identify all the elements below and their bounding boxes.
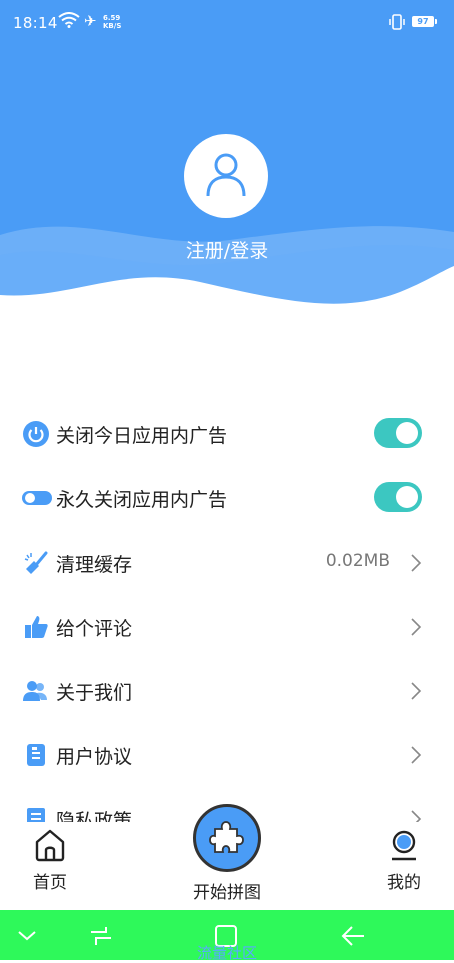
vibrate-icon xyxy=(389,14,405,30)
nav-me[interactable]: 我的 xyxy=(374,828,434,893)
thumbs-up-icon xyxy=(25,616,48,638)
users-icon xyxy=(23,681,47,701)
setting-label: 给个评论 xyxy=(56,618,133,640)
setting-label: 关于我们 xyxy=(56,682,133,704)
setting-rate[interactable]: 给个评论 xyxy=(0,595,454,659)
setting-user-agreement[interactable]: 用户协议 xyxy=(0,723,454,787)
setting-close-ads-forever: 永久关闭应用内广告 xyxy=(0,466,454,530)
power-icon xyxy=(23,421,49,447)
user-icon xyxy=(206,153,246,197)
profile-icon xyxy=(392,830,416,861)
chevron-right-icon xyxy=(411,746,422,764)
switch-icon xyxy=(22,491,52,505)
login-link[interactable]: 注册/登录 xyxy=(0,236,454,263)
toggle-knob xyxy=(396,422,418,444)
chevron-right-icon xyxy=(411,554,422,572)
setting-label: 用户协议 xyxy=(56,746,133,768)
chevron-right-icon xyxy=(411,618,422,636)
wifi-icon xyxy=(58,12,80,28)
network-speed-value: 6.59 xyxy=(103,14,121,22)
toggle-knob xyxy=(396,486,418,508)
setting-label: 关闭今日应用内广告 xyxy=(56,425,228,447)
close-ads-today-toggle[interactable] xyxy=(374,418,422,448)
setting-label: 清理缓存 xyxy=(56,554,133,576)
broom-icon xyxy=(24,551,48,574)
network-speed-unit: KB/S xyxy=(103,22,122,30)
puzzle-icon xyxy=(209,821,244,853)
cache-size: 0.02MB xyxy=(325,551,390,571)
profile-header: 18:14 ✈ 6.59 KB/S 97 注册/登录 xyxy=(0,0,454,320)
setting-clear-cache[interactable]: 清理缓存 0.02MB xyxy=(0,531,454,595)
nav-home-label: 首页 xyxy=(33,873,67,893)
airplane-icon: ✈ xyxy=(84,12,97,30)
chevron-right-icon xyxy=(411,682,422,700)
battery-icon: 97 xyxy=(412,16,437,27)
setting-close-ads-today: 关闭今日应用内广告 xyxy=(0,402,454,466)
document-icon xyxy=(27,744,45,766)
network-speed: 6.59 KB/S xyxy=(103,14,121,30)
bottom-nav: 首页 开始拼图 我的 xyxy=(0,804,454,910)
home-icon xyxy=(35,829,65,862)
status-bar: 18:14 ✈ 6.59 KB/S 97 xyxy=(0,0,454,46)
nav-me-label: 我的 xyxy=(387,873,421,893)
status-time: 18:14 xyxy=(13,14,58,32)
setting-label: 永久关闭应用内广告 xyxy=(56,489,228,511)
nav-start-label: 开始拼图 xyxy=(193,883,261,903)
avatar[interactable] xyxy=(184,134,268,218)
close-ads-forever-toggle[interactable] xyxy=(374,482,422,512)
nav-start-puzzle[interactable]: 开始拼图 xyxy=(172,804,282,903)
setting-about-us[interactable]: 关于我们 xyxy=(0,659,454,723)
nav-home[interactable]: 首页 xyxy=(18,828,82,893)
start-puzzle-button[interactable] xyxy=(193,804,261,872)
